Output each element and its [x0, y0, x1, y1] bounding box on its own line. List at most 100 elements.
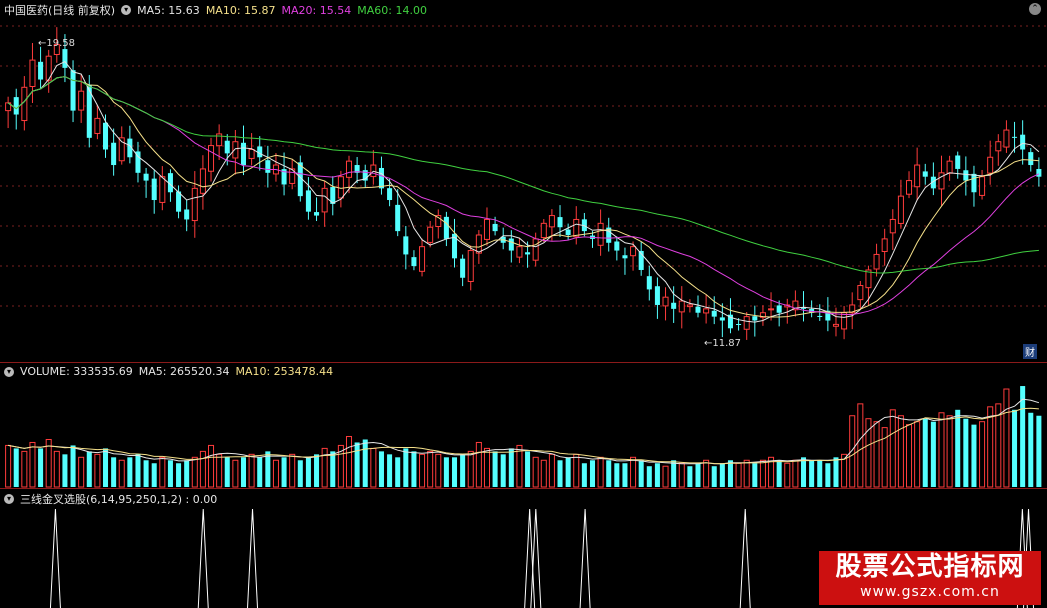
volume-bar-up [857, 403, 864, 488]
candle-body-down [411, 257, 417, 267]
candle-body-down [557, 217, 563, 228]
candle-body-down [102, 122, 109, 150]
volume-bar-up [995, 403, 1002, 488]
candle-body-down [695, 306, 701, 313]
volume-bar-up [540, 459, 547, 488]
volume-chart[interactable] [0, 363, 1047, 488]
candle-body-down [736, 323, 742, 325]
finance-button[interactable]: 财 [1023, 344, 1037, 359]
volume-bar-up [272, 459, 279, 488]
volume-ma5-label: MA5: 265520.34 [138, 365, 230, 378]
candle-body-up [703, 308, 710, 314]
volume-bar-down [127, 457, 133, 487]
ma5-label: MA5: 15.63 [137, 3, 200, 17]
collapse-icon[interactable]: ⌃ [1029, 3, 1041, 15]
volume-bar-up [881, 427, 888, 488]
candle-body-down [403, 236, 409, 255]
volume-bar-down [646, 466, 652, 487]
indicator-menu-icon[interactable]: ▾ [121, 5, 132, 15]
watermark-logo: 股票公式指标网 www.gszx.com.cn [819, 551, 1041, 605]
volume-bar-down [589, 460, 596, 487]
candle-body-up [1003, 129, 1010, 148]
volume-bar-down [354, 442, 360, 487]
candle-body-down [963, 170, 969, 181]
candle-body-down [671, 302, 677, 309]
candle-body-up [483, 218, 490, 240]
volume-bar-down [135, 454, 141, 487]
volume-bar-down [508, 448, 514, 487]
candle-body-up [248, 148, 255, 159]
candle-body-down [646, 276, 652, 290]
indicator-header: ▾ 三线金叉选股(6,14,95,250,1,2) : 0.00 [4, 491, 217, 507]
candle-body-up [321, 187, 328, 213]
volume-bar-down [281, 457, 287, 487]
candle-body-up [857, 285, 864, 301]
signal-spike [247, 508, 259, 608]
volume-panel[interactable]: ▾ VOLUME: 333535.69 MA5: 265520.34 MA10:… [0, 362, 1047, 488]
volume-bar-down [102, 448, 109, 487]
volume-bar-down [606, 460, 612, 487]
volume-bar-up [216, 453, 223, 488]
candle-body-up [532, 238, 539, 261]
volume-bar-down [86, 451, 92, 487]
volume-bar-down [62, 454, 68, 487]
candle-body-down [971, 173, 977, 193]
low-price-marker: ←11.87 [704, 338, 742, 349]
candle-body-down [151, 178, 157, 201]
volume-bar-up [159, 456, 166, 488]
volume-bar-down [362, 439, 368, 487]
candle-body-up [906, 180, 913, 195]
candle-body-up [29, 59, 36, 88]
volume-bar-down [963, 418, 969, 487]
volume-bar-up [248, 453, 255, 488]
volume-bar-down [817, 460, 823, 487]
formula-label: 三线金叉选股(6,14,95,250,1,2) : 0.00 [20, 493, 218, 506]
volume-bar-up [743, 459, 750, 488]
candle-body-down [70, 70, 76, 111]
candle-body-down [955, 155, 961, 169]
volume-bar-down [922, 418, 928, 487]
volume-bar-up [906, 424, 913, 488]
volume-bar-up [759, 459, 766, 488]
candle-body-up [686, 304, 693, 308]
volume-bar-up [946, 415, 953, 488]
volume-bar-up [475, 441, 482, 488]
candle-body-up [467, 250, 474, 282]
volume-bar-down [800, 457, 807, 487]
candle-body-down [443, 216, 449, 239]
volume-bar-up [678, 462, 685, 488]
volume-bar-up [938, 412, 945, 488]
stock-name: 中国医药(日线 前复权) [4, 4, 116, 17]
candle-body-up [995, 141, 1002, 152]
candle-body-up [743, 316, 750, 330]
volume-ma10-label: MA10: 253478.44 [235, 365, 334, 378]
volume-bar-up [1003, 388, 1010, 488]
indicator-formula-menu-icon[interactable]: ▾ [4, 494, 14, 504]
candlestick-chart[interactable] [0, 0, 1047, 361]
candle-body-down [525, 252, 531, 255]
volume-bar-up [703, 459, 710, 488]
indicator-panel[interactable]: ▾ 三线金叉选股(6,14,95,250,1,2) : 0.00 股票公式指标网… [0, 488, 1047, 608]
price-panel[interactable]: 中国医药(日线 前复权) ▾ MA5: 15.63 MA10: 15.87 MA… [0, 0, 1047, 361]
low-price-value: 11.87 [712, 338, 742, 349]
candle-body-down [1020, 134, 1026, 150]
candle-body-down [143, 173, 149, 181]
volume-bar-up [5, 444, 12, 488]
volume-bar-down [654, 463, 660, 487]
candle-body-down [387, 188, 393, 201]
volume-bar-up [889, 409, 896, 488]
volume-bar-up [873, 421, 880, 488]
volume-bar-up [21, 450, 28, 488]
volume-menu-icon[interactable]: ▾ [4, 366, 14, 377]
volume-bar-up [548, 453, 555, 488]
volume-bar-down [622, 463, 628, 487]
candle-body-up [419, 246, 426, 272]
volume-bar-up [208, 444, 215, 488]
volume-header: ▾ VOLUME: 333535.69 MA5: 265520.34 MA10:… [4, 365, 333, 378]
signal-spike [197, 508, 209, 608]
volume-bar-down [825, 463, 831, 487]
volume-bar-down [581, 463, 587, 487]
volume-bar-up [427, 450, 434, 488]
volume-bar-up [467, 450, 474, 488]
volume-bar-down [711, 466, 717, 487]
